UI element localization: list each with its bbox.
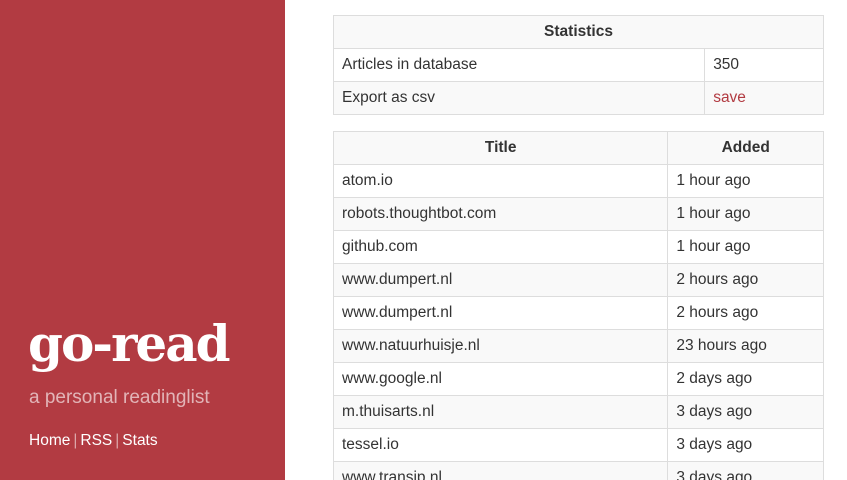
article-title-cell[interactable]: www.dumpert.nl — [332, 296, 669, 330]
article-title-cell[interactable]: atom.io — [332, 164, 669, 198]
main-content: Statistics Articles in database 350 Expo… — [332, 15, 824, 480]
sidebar-nav: Home | RSS | Stats — [29, 431, 158, 451]
table-row: www.natuurhuisje.nl 23 hours ago — [332, 329, 824, 363]
export-csv-save-link[interactable]: save — [713, 89, 746, 106]
nav-stats-link[interactable]: Stats — [122, 432, 157, 449]
article-title-cell[interactable]: www.google.nl — [332, 362, 669, 396]
statistics-heading: Statistics — [333, 15, 824, 49]
statistics-table: Statistics Articles in database 350 Expo… — [332, 15, 824, 115]
article-title-cell[interactable]: github.com — [332, 230, 669, 264]
stats-value: save — [704, 81, 824, 115]
article-added-cell: 2 days ago — [667, 362, 824, 396]
article-added-cell: 1 hour ago — [667, 164, 824, 198]
stats-row: Export as csv save — [332, 81, 824, 115]
table-row: github.com 1 hour ago — [332, 230, 824, 264]
table-header-row: Title Added — [332, 131, 824, 165]
article-added-cell: 2 hours ago — [667, 296, 824, 330]
sidebar: go-read a personal readinglist Home | RSS |… — [0, 0, 285, 480]
table-row: tessel.io 3 days ago — [332, 428, 824, 462]
table-row: m.thuisarts.nl 3 days ago — [332, 395, 824, 429]
article-added-cell: 1 hour ago — [667, 230, 824, 264]
nav-rss-link[interactable]: RSS — [80, 432, 112, 449]
article-added-cell: 3 days ago — [667, 461, 824, 480]
article-added-cell: 23 hours ago — [667, 329, 824, 363]
article-added-cell: 2 hours ago — [667, 263, 824, 297]
article-title-cell[interactable]: www.dumpert.nl — [332, 263, 669, 297]
article-title-cell[interactable]: www.transip.nl — [332, 461, 669, 480]
table-row: www.transip.nl 3 days ago — [332, 461, 824, 480]
stats-label: Articles in database — [332, 48, 706, 82]
articles-table: Title Added atom.io 1 hour ago robots.thou… — [332, 131, 824, 480]
article-title-cell[interactable]: www.natuurhuisje.nl — [332, 329, 669, 363]
table-row: www.dumpert.nl 2 hours ago — [332, 296, 824, 330]
column-header-added: Added — [667, 131, 824, 165]
table-row: robots.thoughtbot.com 1 hour ago — [332, 197, 824, 231]
article-added-cell: 3 days ago — [667, 395, 824, 429]
column-header-title: Title — [332, 131, 669, 165]
site-title: go-read — [28, 314, 231, 373]
stats-row: Articles in database 350 — [332, 48, 824, 82]
table-row: www.google.nl 2 days ago — [332, 362, 824, 396]
nav-separator: | — [73, 432, 78, 449]
article-added-cell: 1 hour ago — [667, 197, 824, 231]
site-tagline: a personal readinglist — [29, 387, 210, 408]
nav-home-link[interactable]: Home — [29, 432, 70, 449]
table-row: www.dumpert.nl 2 hours ago — [332, 263, 824, 297]
article-title-cell[interactable]: robots.thoughtbot.com — [332, 197, 669, 231]
article-title-cell[interactable]: tessel.io — [332, 428, 669, 462]
table-row: atom.io 1 hour ago — [332, 164, 824, 198]
nav-separator: | — [115, 432, 120, 449]
article-added-cell: 3 days ago — [667, 428, 824, 462]
article-title-cell[interactable]: m.thuisarts.nl — [332, 395, 669, 429]
stats-value: 350 — [704, 48, 824, 82]
stats-label: Export as csv — [332, 81, 706, 115]
